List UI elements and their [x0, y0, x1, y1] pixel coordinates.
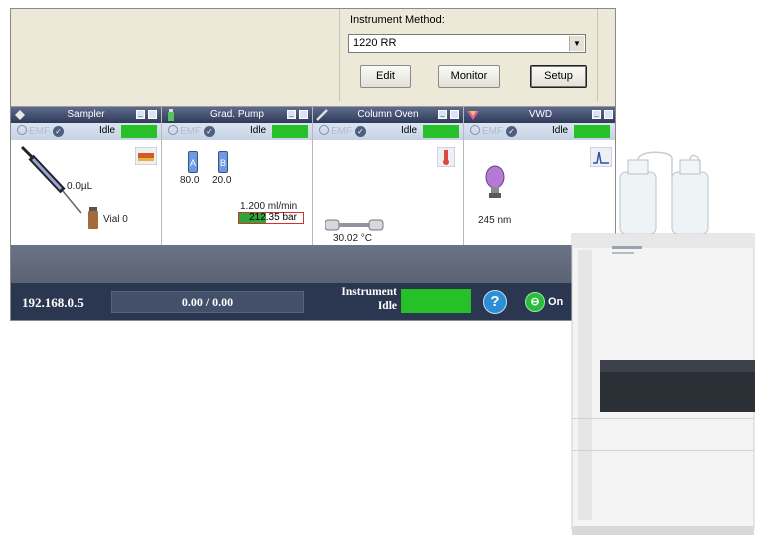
- module-title: VWD: [528, 109, 553, 120]
- module-title: Grad. Pump: [210, 109, 264, 120]
- bottle-a-icon: A: [188, 151, 198, 173]
- lamp-icon: [485, 165, 505, 198]
- column-body-icon: [325, 219, 384, 231]
- oven-temperature: 30.02 °C: [333, 233, 373, 244]
- emf-label: EMF: [331, 126, 353, 137]
- minimize-icon[interactable]: _: [438, 110, 447, 119]
- instrument-status-indicator: [401, 289, 471, 313]
- emf-label: EMF: [482, 126, 504, 137]
- maximize-icon[interactable]: [450, 110, 459, 119]
- vial-position: Vial 0: [103, 214, 128, 225]
- module-grad-pump[interactable]: Grad. Pump _ EMF ✓ Idle A B 80.0 20.0 1.…: [162, 107, 313, 246]
- instrument-method-select[interactable]: 1220 RR ▼: [348, 34, 586, 53]
- status-indicator: [423, 125, 459, 138]
- maximize-icon[interactable]: [604, 110, 613, 119]
- flow-rate: 1.200 ml/min: [240, 201, 298, 212]
- module-column-oven[interactable]: Column Oven _ EMF ✓ Idle 30.02 °C: [313, 107, 464, 246]
- module-dashboard: Sampler _ EMF ✓ Idle 0.0µL Vial 0 Grad. …: [11, 106, 615, 246]
- monitor-button[interactable]: Monitor: [438, 65, 500, 88]
- minimize-icon[interactable]: _: [592, 110, 601, 119]
- status-text: Idle: [401, 125, 418, 136]
- instrument-method-panel: Instrument Method: 1220 RR ▼ Edit Monito…: [339, 9, 598, 101]
- column-icon: [316, 109, 328, 121]
- toolbar-area: Instrument Method: 1220 RR ▼ Edit Monito…: [11, 9, 615, 101]
- chemstation-window: Instrument Method: 1220 RR ▼ Edit Monito…: [10, 8, 616, 321]
- solvent-a-percent: 80.0: [180, 175, 200, 186]
- pump-icon: [168, 109, 174, 121]
- ip-address: 192.168.0.5: [22, 295, 84, 310]
- pressure-value: 212.35 bar: [249, 212, 297, 223]
- setup-button[interactable]: Setup: [530, 65, 587, 88]
- module-status-row: EMF ✓ Idle: [464, 123, 615, 140]
- instrument-status: Instrument Idle: [305, 285, 397, 313]
- pressure-gauge: 212.35 bar: [238, 212, 304, 224]
- wavelength: 245 nm: [478, 215, 512, 226]
- module-status-row: EMF ✓ Idle: [11, 123, 161, 140]
- module-header: VWD _: [464, 107, 615, 123]
- minimize-icon[interactable]: _: [136, 110, 145, 119]
- emf-icon: [319, 125, 329, 135]
- module-status-row: EMF ✓ Idle: [162, 123, 312, 140]
- emf-indicator: EMF: [470, 125, 503, 137]
- help-button[interactable]: ?: [483, 290, 507, 314]
- power-icon[interactable]: ⊖: [525, 292, 545, 312]
- module-header: Column Oven _: [313, 107, 463, 123]
- emf-indicator: EMF: [319, 125, 352, 137]
- thermometer-icon[interactable]: [437, 147, 455, 167]
- minimize-icon[interactable]: _: [287, 110, 296, 119]
- status-text: Idle: [99, 125, 116, 136]
- prism-icon: [467, 111, 479, 120]
- module-status-row: EMF ✓ Idle: [313, 123, 463, 140]
- module-title: Column Oven: [357, 109, 419, 120]
- module-header: Sampler _: [11, 107, 161, 123]
- instrument-state: Idle: [377, 300, 397, 312]
- status-indicator: [121, 125, 157, 138]
- instrument-method-label: Instrument Method:: [350, 14, 445, 26]
- status-indicator: [574, 125, 610, 138]
- bottle-b-icon: B: [218, 151, 228, 173]
- maximize-icon[interactable]: [299, 110, 308, 119]
- solvent-b-percent: 20.0: [212, 175, 232, 186]
- instrument-label: Instrument: [341, 286, 397, 298]
- instrument-method-value: 1220 RR: [353, 37, 397, 49]
- module-title: Sampler: [67, 109, 105, 120]
- emf-label: EMF: [180, 126, 202, 137]
- emf-icon: [17, 125, 27, 135]
- status-text: Idle: [552, 125, 569, 136]
- check-icon: ✓: [204, 126, 215, 137]
- module-header: Grad. Pump _: [162, 107, 312, 123]
- edit-button[interactable]: Edit: [360, 65, 411, 88]
- emf-icon: [168, 125, 178, 135]
- emf-label: EMF: [29, 126, 51, 137]
- status-bar: 192.168.0.5 0.00 / 0.00 Instrument Idle …: [11, 283, 615, 320]
- sampler-icon: [15, 110, 25, 120]
- emf-indicator: EMF: [17, 125, 50, 137]
- status-text: Idle: [250, 125, 267, 136]
- vial-icon: [88, 207, 98, 229]
- tray-icon[interactable]: [135, 147, 157, 165]
- status-indicator: [272, 125, 308, 138]
- chevron-down-icon[interactable]: ▼: [569, 36, 584, 51]
- check-icon: ✓: [355, 126, 366, 137]
- emf-icon: [470, 125, 480, 135]
- hplc-instrument-image: [571, 151, 755, 535]
- run-progress: 0.00 / 0.00: [111, 291, 304, 313]
- maximize-icon[interactable]: [148, 110, 157, 119]
- check-icon: ✓: [506, 126, 517, 137]
- injection-volume: 0.0µL: [67, 181, 93, 192]
- check-icon: ✓: [53, 126, 64, 137]
- module-sampler[interactable]: Sampler _ EMF ✓ Idle 0.0µL Vial 0: [11, 107, 162, 246]
- module-divider-band: [11, 245, 615, 283]
- emf-indicator: EMF: [168, 125, 201, 137]
